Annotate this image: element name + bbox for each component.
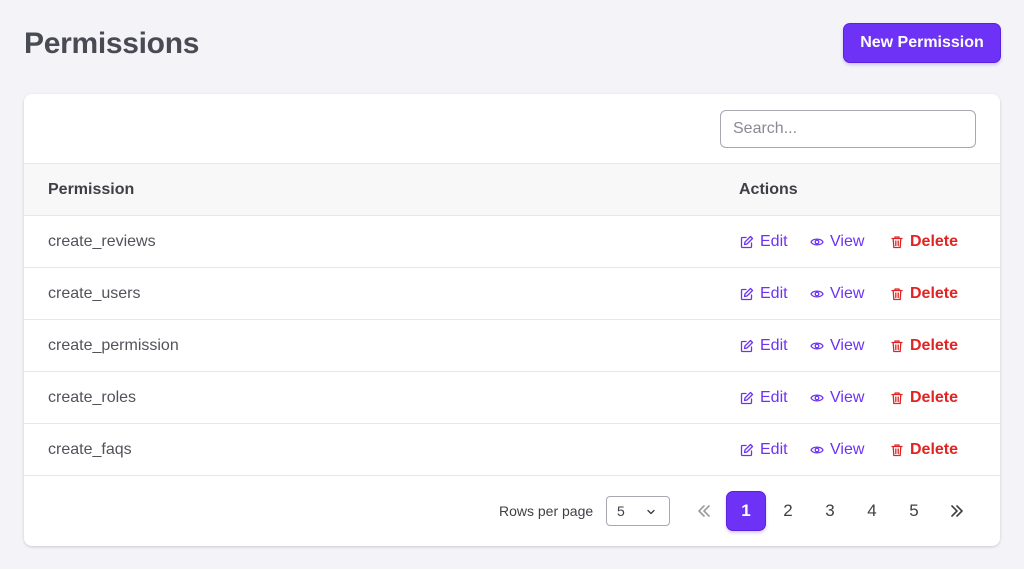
edit-icon [740,235,754,249]
edit-link[interactable]: Edit [740,216,788,268]
permission-name: create_permission [48,337,179,354]
trash-icon [891,444,903,457]
table-toolbar [24,94,1000,164]
delete-link[interactable]: Delete [890,320,958,372]
delete-link[interactable]: Delete [890,424,958,476]
permission-name: create_users [48,285,141,302]
permission-name: create_roles [48,389,137,406]
edit-link[interactable]: Edit [740,268,788,320]
eye-icon [810,238,824,246]
page-button-2[interactable]: 2 [769,492,807,530]
trash-icon [891,288,903,301]
view-label: View [830,389,865,406]
search-input[interactable] [720,110,976,148]
edit-label: Edit [760,389,788,406]
trash-icon [891,236,903,249]
eye-icon [810,394,824,402]
edit-icon [740,339,754,353]
table-row: create_reviews Edit View Delete [24,216,1000,268]
view-link[interactable]: View [810,372,864,424]
table-header: Permission Actions [24,164,1000,216]
eye-icon [810,342,824,350]
first-page-button[interactable] [685,492,723,530]
view-link[interactable]: View [810,268,864,320]
edit-label: Edit [760,233,788,250]
edit-link[interactable]: Edit [740,372,788,424]
permission-name: create_faqs [48,441,132,458]
page-button-1[interactable]: 1 [727,492,765,530]
edit-label: Edit [760,285,788,302]
delete-label: Delete [910,285,959,302]
column-header-actions: Actions [739,181,798,198]
table-row: create_users Edit View Delete [24,268,1000,320]
double-chevron-right-icon [951,505,963,517]
trash-icon [891,340,903,353]
edit-link[interactable]: Edit [740,424,788,476]
edit-label: Edit [760,337,788,354]
chevron-down-icon [647,509,655,515]
edit-label: Edit [760,441,788,458]
page-button-3[interactable]: 3 [811,492,849,530]
table-row: create_roles Edit View Delete [24,372,1000,424]
delete-label: Delete [910,337,959,354]
table-row: create_permission Edit View Delete [24,320,1000,372]
view-link[interactable]: View [810,320,864,372]
delete-label: Delete [910,389,959,406]
view-label: View [830,285,865,302]
delete-label: Delete [910,441,959,458]
last-page-button[interactable] [938,492,976,530]
page-button-4[interactable]: 4 [853,492,891,530]
edit-icon [740,391,754,405]
view-link[interactable]: View [810,216,864,268]
pagination-bar: Rows per page 5 12345 [24,476,1000,546]
view-label: View [830,233,865,250]
delete-link[interactable]: Delete [890,216,958,268]
permission-name: create_reviews [48,233,156,250]
rows-per-page-value: 5 [617,503,625,519]
eye-icon [810,290,824,298]
view-link[interactable]: View [810,424,864,476]
permissions-table-card: Permission Actions create_reviews Edit Vie… [24,94,1000,546]
page-button-5[interactable]: 5 [895,492,933,530]
column-header-permission: Permission [48,181,135,198]
view-label: View [830,337,865,354]
view-label: View [830,441,865,458]
rows-per-page-select[interactable]: 5 [606,496,670,526]
trash-icon [891,392,903,405]
delete-label: Delete [910,233,959,250]
edit-link[interactable]: Edit [740,320,788,372]
edit-icon [740,443,754,457]
eye-icon [810,446,824,454]
edit-icon [740,287,754,301]
delete-link[interactable]: Delete [890,268,958,320]
table-body: create_reviews Edit View Delete create_users… [24,216,1000,476]
new-permission-button[interactable]: New Permission [844,24,1000,62]
page-title: Permissions [24,27,200,60]
delete-link[interactable]: Delete [890,372,958,424]
double-chevron-left-icon [698,505,710,517]
rows-per-page-label: Rows per page [499,503,594,519]
table-row: create_faqs Edit View Delete [24,424,1000,476]
